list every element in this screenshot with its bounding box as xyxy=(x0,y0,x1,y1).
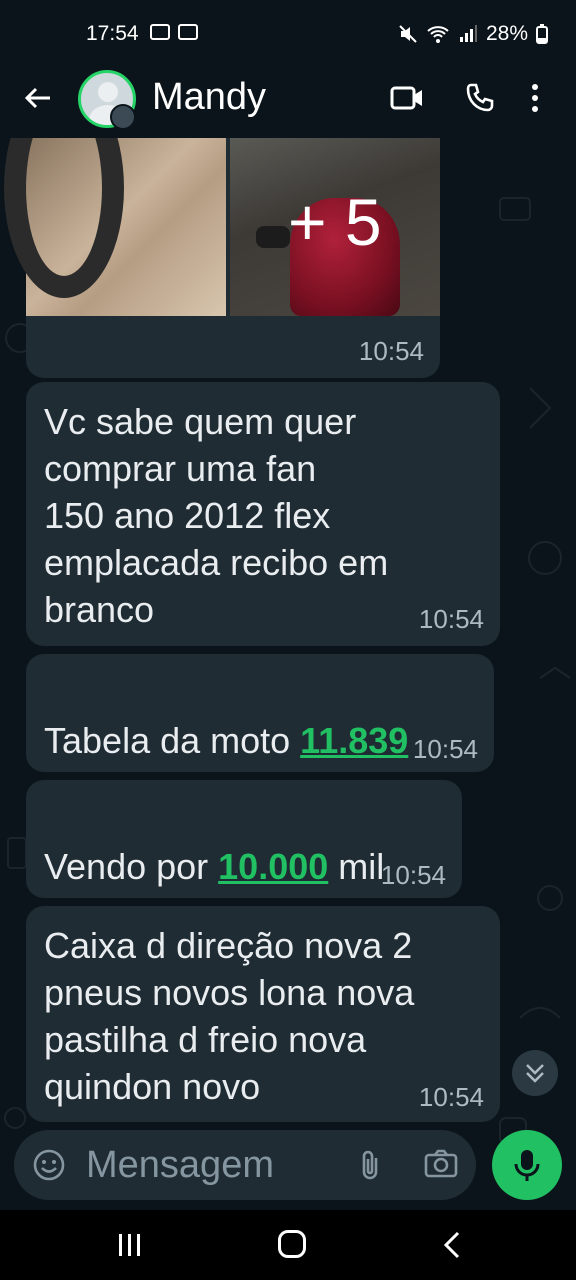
mute-icon xyxy=(399,25,417,43)
phone-icon[interactable] xyxy=(464,82,496,114)
nav-back-icon[interactable] xyxy=(440,1230,464,1260)
message-text: Vc sabe quem quer comprar uma fan 150 an… xyxy=(44,401,389,630)
chat-header: Mandy xyxy=(0,66,576,138)
phone-number-link[interactable]: 11.839 xyxy=(300,720,408,761)
gallery-notification-icon xyxy=(150,24,170,40)
phone-number-link[interactable]: 10.000 xyxy=(218,846,328,887)
message-time: 10:54 xyxy=(380,860,446,890)
album-message-bubble[interactable]: + 5 10:54 xyxy=(4,138,440,378)
mic-button[interactable] xyxy=(492,1130,562,1200)
camera-icon[interactable] xyxy=(424,1148,458,1178)
attach-icon[interactable] xyxy=(358,1148,382,1182)
status-notification-icons xyxy=(150,24,198,40)
system-nav-bar xyxy=(0,1210,576,1280)
message-text: Vendo por 10.000 mil xyxy=(44,796,384,890)
status-time: 17:54 xyxy=(86,22,139,45)
message-bubble[interactable]: Vc sabe quem quer comprar uma fan 150 an… xyxy=(26,382,500,646)
signal-icon xyxy=(459,25,477,42)
chat-area[interactable]: + 5 10:54 Vc sabe quem quer comprar uma … xyxy=(0,138,576,1210)
battery-percent: 28% xyxy=(485,22,528,45)
album-photo-2[interactable]: + 5 xyxy=(230,138,440,316)
mic-icon xyxy=(514,1150,540,1181)
album-photo-1[interactable] xyxy=(4,138,226,316)
scroll-down-button[interactable] xyxy=(512,1050,558,1096)
nav-recents-icon[interactable] xyxy=(117,1232,143,1258)
message-prefix: Tabela da moto xyxy=(44,720,301,761)
battery-icon xyxy=(536,24,548,44)
message-input[interactable]: Mensagem xyxy=(86,1144,274,1187)
photo-album[interactable]: + 5 xyxy=(4,138,440,318)
scroll-down-icon xyxy=(526,1064,544,1083)
message-bubble[interactable]: Vendo por 10.000 mil 10:54 xyxy=(26,780,462,898)
more-options-icon[interactable] xyxy=(530,82,540,114)
message-time: 10:54 xyxy=(418,604,484,634)
message-bubble[interactable]: Caixa d direção nova 2 pneus novos lona … xyxy=(26,906,500,1122)
message-composer[interactable]: Mensagem xyxy=(14,1130,476,1200)
status-system-icons: 28% xyxy=(398,22,548,46)
nav-home-icon[interactable] xyxy=(278,1230,306,1258)
message-text: Tabela da moto 11.839 xyxy=(44,670,408,764)
message-time: 10:54 xyxy=(358,336,424,366)
emoji-icon[interactable] xyxy=(32,1148,66,1182)
video-call-icon[interactable] xyxy=(390,84,424,112)
album-more-count: + 5 xyxy=(288,185,382,259)
back-arrow-icon[interactable] xyxy=(22,82,54,114)
message-bubble[interactable]: Tabela da moto 11.839 10:54 xyxy=(26,654,494,772)
message-time: 10:54 xyxy=(412,734,478,764)
status-ring-icon xyxy=(110,104,136,130)
message-suffix: mil xyxy=(328,846,385,887)
status-bar: 17:54 28% xyxy=(0,0,576,66)
wifi-icon xyxy=(427,26,449,43)
message-text: Caixa d direção nova 2 pneus novos lona … xyxy=(44,925,415,1107)
message-prefix: Vendo por xyxy=(44,846,219,887)
contact-name[interactable]: Mandy xyxy=(152,76,266,119)
app-notification-icon xyxy=(178,24,198,40)
message-time: 10:54 xyxy=(418,1082,484,1112)
